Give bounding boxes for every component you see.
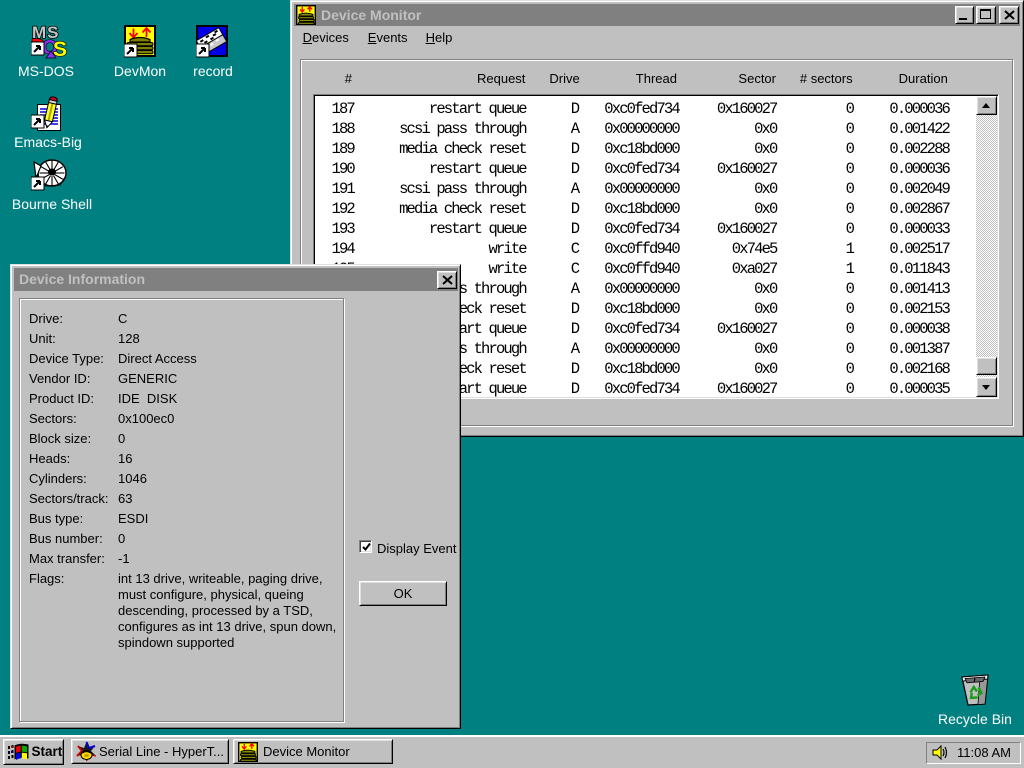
svg-text:S: S <box>53 38 67 59</box>
